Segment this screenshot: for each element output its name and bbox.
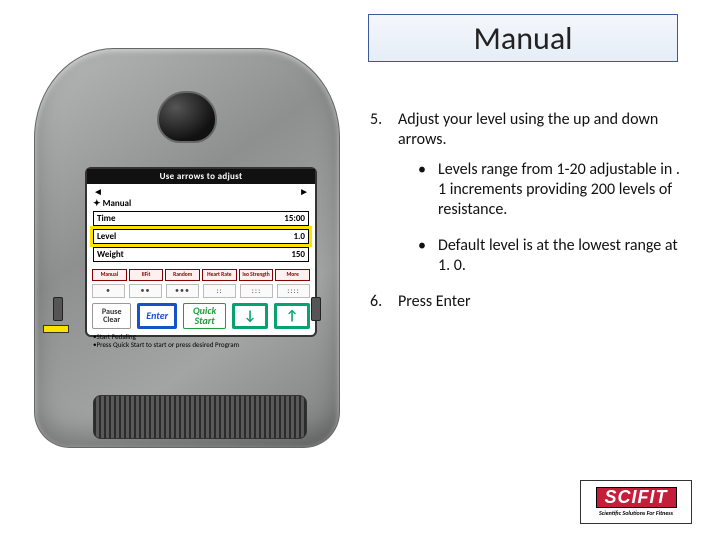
pause-clear-button: Pause Clear (92, 303, 131, 329)
row-time: Time15:00 (93, 211, 309, 226)
title-box: Manual (368, 14, 678, 62)
step-text: Press Enter (398, 292, 471, 311)
program-tab: Iso Strength (239, 269, 274, 281)
device-screen: Use arrows to adjust ◄ ► ✦ Manual Time15… (85, 167, 317, 337)
step-number: 6. (370, 292, 382, 312)
screen-hints: •Start Pedaling •Press Quick Start to st… (87, 332, 315, 352)
program-tab: More (275, 269, 310, 281)
scifit-logo: SCIFIT Scientific Solutions For Fitness (580, 480, 692, 524)
program-tab: Manual (92, 269, 127, 281)
quick-start-button: Quick Start (183, 303, 226, 329)
program-tab: Heart Rate (202, 269, 237, 281)
screen-header: Use arrows to adjust (87, 169, 315, 184)
sub-bullet: Levels range from 1-20 adjustable in . 1… (398, 160, 690, 220)
preset-box: ••• (166, 284, 199, 298)
program-tab: IIFit (129, 269, 164, 281)
preset-box: •• (129, 284, 162, 298)
device-console-image: Use arrows to adjust ◄ ► ✦ Manual Time15… (22, 36, 352, 496)
device-handle-hole (157, 91, 217, 143)
preset-row: • •• ••• :: ::: :::: (87, 281, 315, 298)
step-5: 5. Adjust your level using the up and do… (370, 110, 690, 276)
program-tabs: Manual IIFit Random Heart Rate Iso Stren… (87, 265, 315, 281)
speaker-vent (93, 395, 307, 439)
logo-brand: SCIFIT (596, 487, 677, 509)
enter-button: Enter (137, 303, 177, 329)
page-title: Manual (474, 19, 573, 58)
row-level-highlighted: Level1.0 (93, 229, 309, 244)
screen-mode-label: ✦ Manual (87, 198, 315, 209)
left-port (53, 297, 63, 321)
device-body: Use arrows to adjust ◄ ► ✦ Manual Time15… (34, 48, 340, 448)
down-arrow-button: ↓ (232, 303, 268, 329)
right-arrow-icon: ► (299, 185, 309, 198)
up-arrow-button: ↑ (274, 303, 310, 329)
logo-tagline: Scientific Solutions For Fitness (599, 509, 673, 517)
preset-box: ::: (240, 284, 273, 298)
right-port (311, 297, 321, 321)
step-text: Adjust your level using the up and down … (398, 110, 658, 149)
program-tab: Random (165, 269, 200, 281)
sub-bullet: Default level is at the lowest range at … (398, 236, 690, 276)
step-6: 6. Press Enter (370, 292, 690, 312)
left-arrow-icon: ◄ (93, 185, 103, 198)
control-row: Pause Clear Enter Quick Start ↓ ↑ (87, 298, 315, 332)
preset-box: :: (203, 284, 236, 298)
preset-box: :::: (277, 284, 310, 298)
row-weight: Weight150 (93, 247, 309, 262)
preset-box: • (92, 284, 125, 298)
instruction-text: 5. Adjust your level using the up and do… (370, 110, 690, 326)
yellow-sticker (43, 325, 69, 333)
step-number: 5. (370, 110, 382, 130)
